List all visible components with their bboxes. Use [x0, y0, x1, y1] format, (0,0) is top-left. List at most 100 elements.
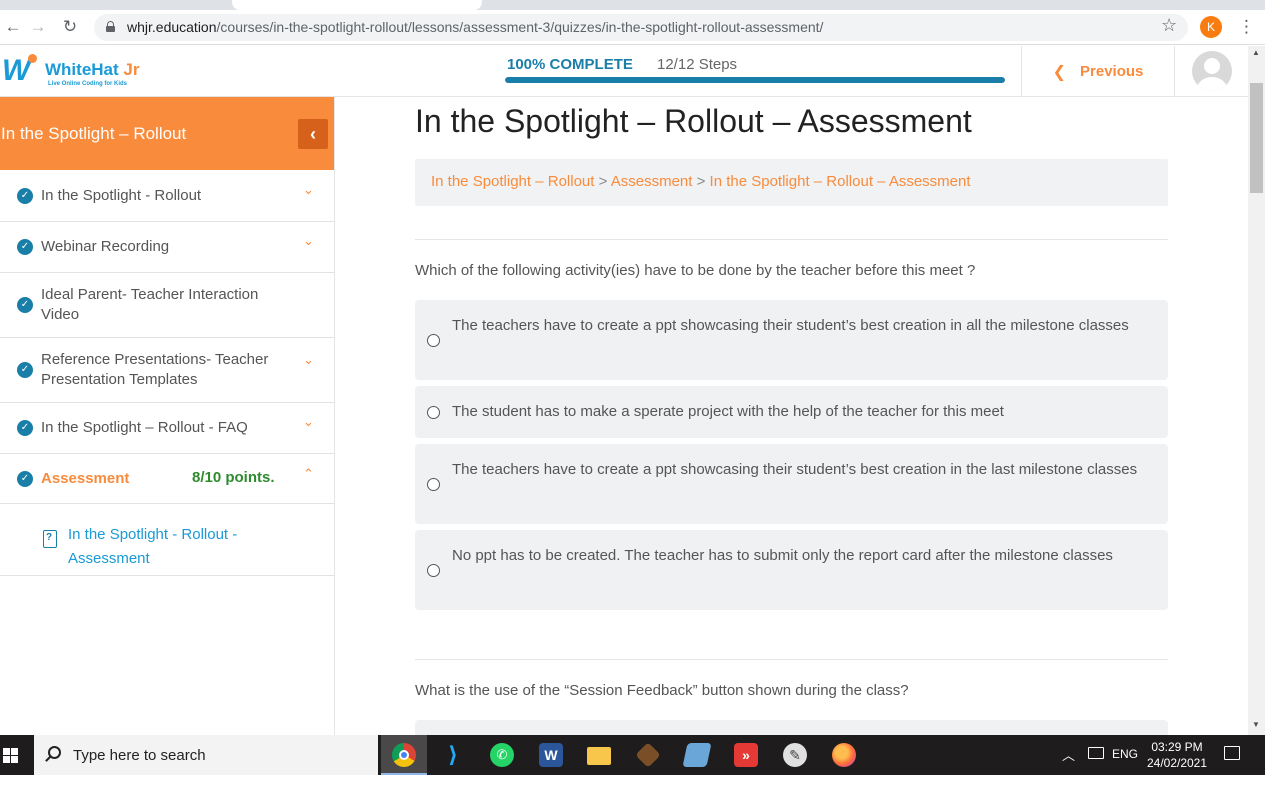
lock-icon	[106, 21, 115, 32]
breadcrumb-link-lesson[interactable]: Assessment	[611, 173, 693, 190]
back-arrow-icon[interactable]: ←	[2, 16, 24, 38]
answer-option[interactable]: No ppt has to be created. The teacher ha…	[415, 530, 1168, 610]
forward-arrow-icon[interactable]: →	[27, 16, 49, 38]
answer-option[interactable]: The student has to make a sperate projec…	[415, 386, 1168, 438]
logo-brand: WhiteHat Jr	[45, 60, 140, 79]
answer-text: The teachers have to create a ppt showca…	[452, 317, 1129, 334]
check-circle-icon: ✓	[17, 362, 33, 378]
breadcrumb-separator: >	[692, 173, 710, 190]
paint-icon[interactable]: ✎	[772, 735, 818, 775]
reload-icon[interactable]: ↻	[59, 16, 81, 38]
check-circle-icon: ✓	[17, 471, 33, 487]
anydesk-icon[interactable]: »	[723, 735, 769, 775]
sidebar-subitem-quiz[interactable]: In the Spotlight - Rollout - Assessment	[0, 504, 334, 576]
radio-button[interactable]	[427, 564, 440, 577]
answer-option[interactable]: The teachers have to create a ppt showca…	[415, 300, 1168, 380]
chevron-down-icon[interactable]: ⌄	[303, 414, 314, 430]
page-scrollbar[interactable]: ▲ ▼	[1248, 46, 1265, 735]
scroll-up-icon[interactable]: ▲	[1252, 48, 1260, 57]
chevron-left-icon: ❮	[1052, 63, 1067, 81]
question-2-text: What is the use of the “Session Feedback…	[415, 682, 909, 699]
check-circle-icon: ✓	[17, 420, 33, 436]
sidebar-item-faq[interactable]: ✓ In the Spotlight – Rollout - FAQ ⌄	[0, 403, 334, 454]
sidebar-header: In the Spotlight – Rollout ‹	[0, 97, 334, 170]
network-icon[interactable]	[1088, 747, 1104, 759]
previous-label: Previous	[1080, 63, 1144, 80]
course-progress: 100% COMPLETE 12/12 Steps	[505, 54, 1005, 88]
profile-avatar[interactable]: K	[1200, 16, 1222, 38]
browser-toolbar: ← → ↻ whjr.education/courses/in-the-spot…	[0, 10, 1280, 45]
windows-taskbar: Type here to search ⟩ ✆ W » ✎ ︿ ENG 03:2…	[0, 735, 1265, 775]
progress-bar-fill	[505, 77, 1005, 83]
notepad-icon[interactable]	[674, 735, 720, 775]
chevron-down-icon[interactable]: ⌄	[303, 182, 314, 198]
file-explorer-icon[interactable]	[576, 735, 622, 775]
chevron-up-icon[interactable]: ⌃	[303, 466, 314, 482]
url-text: whjr.education/courses/in-the-spotlight-…	[127, 19, 824, 35]
taskbar-search-placeholder: Type here to search	[73, 747, 206, 764]
search-icon	[48, 746, 61, 759]
sidebar-item-spotlight-rollout[interactable]: ✓ In the Spotlight - Rollout ⌄	[0, 170, 334, 222]
course-sidebar: In the Spotlight – Rollout ‹ ✓ In the Sp…	[0, 97, 335, 735]
clock-date: 24/02/2021	[1146, 756, 1208, 770]
check-circle-icon: ✓	[17, 188, 33, 204]
scroll-down-icon[interactable]: ▼	[1252, 720, 1260, 729]
browser-menu-icon[interactable]: ⋮	[1238, 16, 1255, 38]
question-1-text: Which of the following activity(ies) hav…	[415, 262, 976, 279]
whatsapp-icon[interactable]: ✆	[479, 735, 525, 775]
address-bar[interactable]: whjr.education/courses/in-the-spotlight-…	[94, 14, 1188, 41]
answer-option[interactable]	[415, 720, 1168, 735]
progress-label: 100% COMPLETE	[507, 56, 633, 73]
chevron-down-icon[interactable]: ⌄	[303, 352, 314, 368]
sidebar-item-label: Reference Presentations- Teacher Present…	[41, 351, 269, 388]
sidebar-item-assessment[interactable]: ✓ Assessment 8/10 points. ⌃	[0, 454, 334, 504]
browser-tab[interactable]	[232, 0, 482, 10]
answer-text: The student has to make a sperate projec…	[452, 403, 1004, 420]
assessment-points: 8/10 points.	[192, 469, 275, 486]
page-title: In the Spotlight – Rollout – Assessment	[415, 103, 972, 139]
sidebar-item-reference-presentations[interactable]: ✓ Reference Presentations- Teacher Prese…	[0, 338, 334, 403]
sidebar-item-label: Webinar Recording	[41, 238, 170, 255]
question-divider	[415, 239, 1168, 240]
radio-button[interactable]	[427, 334, 440, 347]
taskbar-clock[interactable]: 03:29 PM 24/02/2021	[1142, 739, 1212, 771]
breadcrumb-link-quiz[interactable]: In the Spotlight – Rollout – Assessment	[710, 173, 971, 190]
breadcrumb-link-course[interactable]: In the Spotlight – Rollout	[431, 173, 594, 190]
windows-start-icon[interactable]	[0, 735, 34, 775]
firefox-icon[interactable]	[821, 735, 867, 775]
clock-time: 03:29 PM	[1151, 740, 1203, 754]
answer-text: No ppt has to be created. The teacher ha…	[452, 547, 1113, 564]
taskbar-search-box[interactable]: Type here to search	[34, 735, 378, 775]
breadcrumb-separator: >	[594, 173, 611, 190]
progress-bar	[505, 77, 1005, 83]
sidebar-item-label: Ideal Parent- Teacher Interaction Video	[41, 286, 259, 323]
logo-tagline: Live Online Coding for Kids	[48, 81, 128, 87]
chrome-icon[interactable]	[381, 735, 427, 775]
sidebar-item-ideal-parent-video[interactable]: ✓ Ideal Parent- Teacher Interaction Vide…	[0, 273, 334, 338]
vscode-icon[interactable]: ⟩	[430, 735, 476, 775]
chevron-down-icon[interactable]: ⌄	[303, 233, 314, 249]
sidebar-title[interactable]: In the Spotlight – Rollout	[1, 124, 186, 144]
main-content: In the Spotlight – Rollout – Assessment …	[336, 97, 1248, 735]
check-circle-icon: ✓	[17, 297, 33, 313]
breadcrumb: In the Spotlight – Rollout > Assessment …	[415, 159, 1168, 206]
answer-option[interactable]: The teachers have to create a ppt showca…	[415, 444, 1168, 524]
check-circle-icon: ✓	[17, 239, 33, 255]
previous-button[interactable]: ❮ Previous	[1022, 46, 1174, 97]
scrollbar-thumb[interactable]	[1250, 83, 1263, 193]
sidebar-item-label: In the Spotlight – Rollout - FAQ	[41, 419, 248, 436]
whitehat-jr-logo[interactable]: W WhiteHat Jr Live Online Coding for Kid…	[2, 54, 162, 92]
radio-button[interactable]	[427, 406, 440, 419]
git-gui-icon[interactable]	[625, 735, 671, 775]
notification-center-icon[interactable]	[1224, 746, 1240, 760]
answer-text: The teachers have to create a ppt showca…	[452, 461, 1138, 478]
sidebar-item-webinar-recording[interactable]: ✓ Webinar Recording ⌄	[0, 222, 334, 273]
radio-button[interactable]	[427, 478, 440, 491]
app-header: W WhiteHat Jr Live Online Coding for Kid…	[0, 46, 1248, 97]
bookmark-star-icon[interactable]: ☆	[1161, 15, 1177, 36]
question-divider	[415, 659, 1168, 660]
user-avatar-icon[interactable]	[1192, 51, 1232, 91]
progress-steps: 12/12 Steps	[657, 56, 738, 73]
word-icon[interactable]: W	[528, 735, 574, 775]
sidebar-collapse-button[interactable]: ‹	[298, 119, 328, 149]
